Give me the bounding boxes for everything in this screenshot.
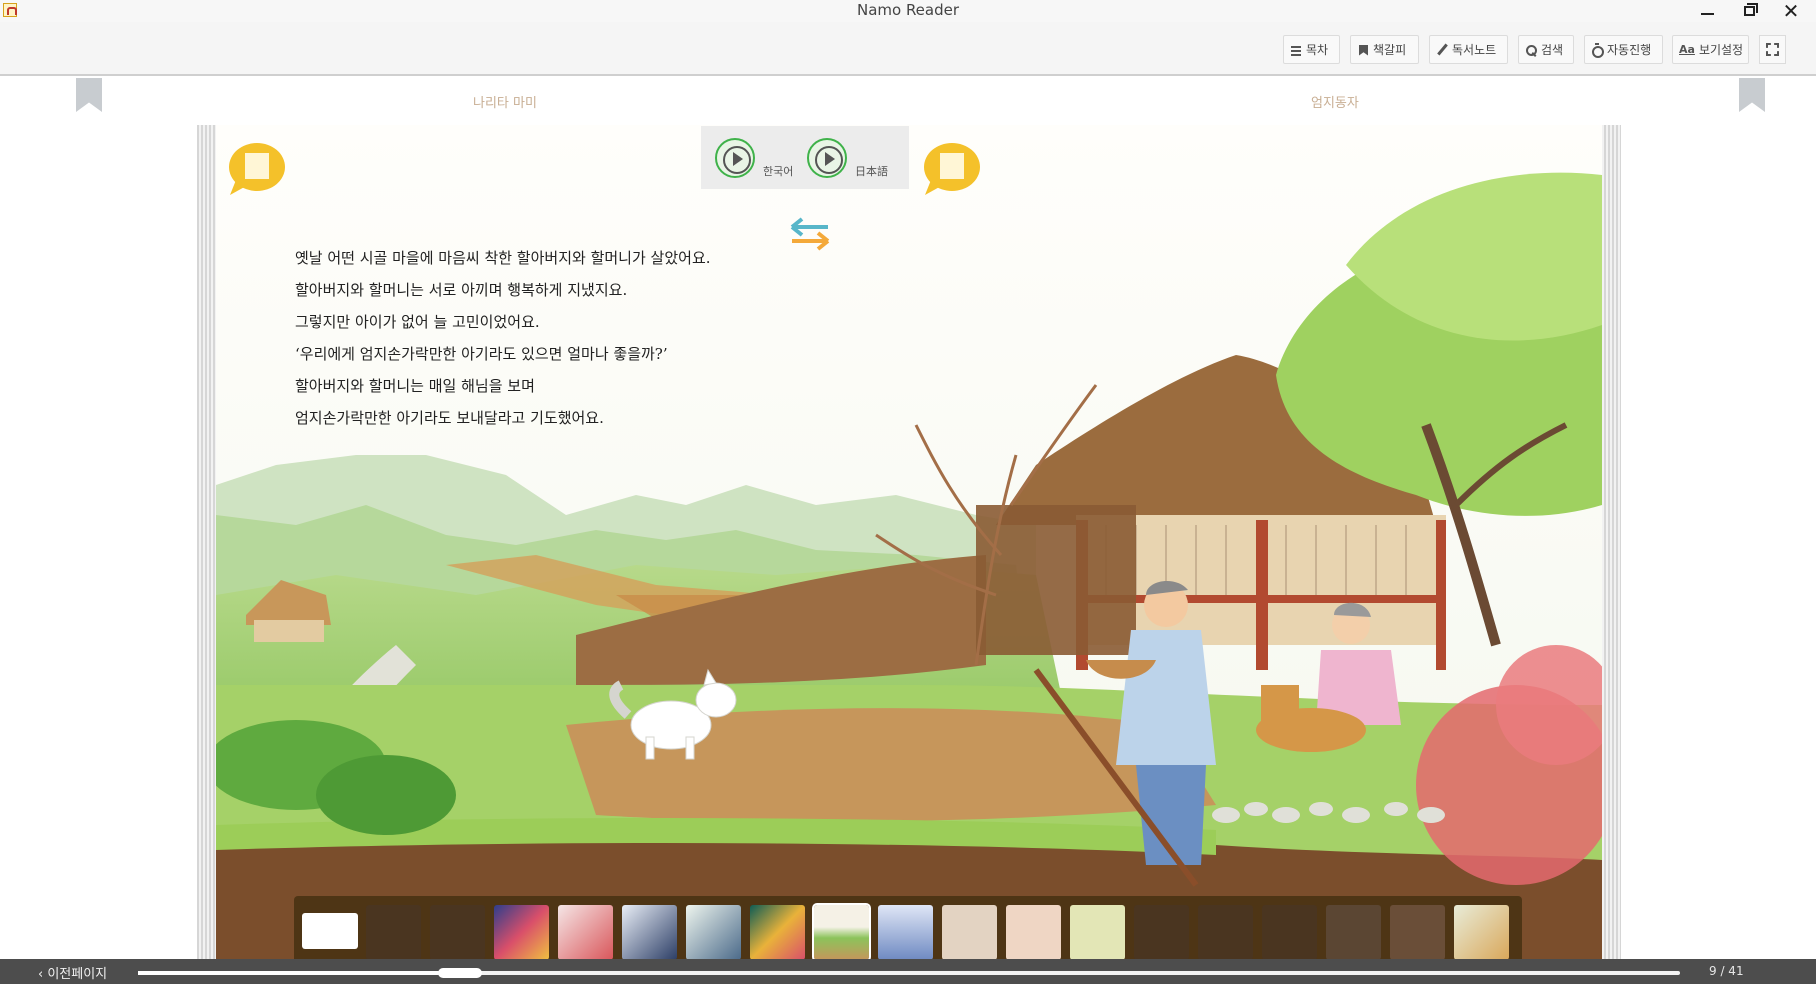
close-button[interactable]: ✕ [1771,0,1811,23]
page-counter: 9 / 41 [1709,964,1744,978]
play-japanese-audio-button[interactable] [807,138,847,178]
play-korean-audio-button[interactable] [715,138,755,178]
right-page-edges [1602,125,1621,960]
book-spread: 옛날 어떤 시골 마을에 마음씨 착한 할아버지와 할머니가 살았어요. 할아버… [197,125,1621,960]
list-icon [1290,44,1302,56]
korean-audio-label: 한국어 [763,165,794,178]
story-line: 옛날 어떤 시골 마을에 마음씨 착한 할아버지와 할머니가 살았어요. [295,249,711,267]
story-line: ‘우리에게 엄지손가락만한 아기라도 있으면 얼마나 좋을까?’ [295,345,668,363]
previous-page-label: 이전페이지 [47,967,108,982]
search-label: 검색 [1541,43,1564,57]
story-line: 할아버지와 할머니는 매일 해님을 보며 [295,377,535,395]
previous-page-button[interactable]: ‹ 이전페이지 [38,963,107,982]
window-title: Namo Reader [856,1,960,19]
story-line: 그렇지만 아이가 없어 늘 고민이었어요. [295,313,540,331]
view-settings-button[interactable]: Aa 보기설정 [1672,35,1749,64]
restore-button[interactable] [1729,0,1769,22]
japanese-audio-label: 日本語 [855,165,888,178]
view-settings-label: 보기설정 [1698,43,1744,57]
thumbnail[interactable] [558,905,613,960]
thumbnail[interactable] [1390,905,1445,960]
left-page-header: 나리타 마미 [473,96,537,111]
minimize-icon [1700,13,1714,15]
thumbnail[interactable] [1262,905,1317,960]
search-icon [1525,44,1537,56]
search-button[interactable]: 검색 [1518,35,1574,64]
thumbnail[interactable] [302,913,358,949]
timer-icon [1591,42,1604,58]
book-page[interactable]: 옛날 어떤 시골 마을에 마음씨 착한 할아버지와 할머니가 살았어요. 할아버… [216,125,1602,960]
thumbnail[interactable] [686,905,741,960]
toc-button[interactable]: 목차 [1283,35,1340,64]
toolbar: 목차 책갈피 독서노트 검색 자동진행 Aa 보기설정 [0,22,1816,76]
audio-controls: 한국어 日本語 [701,126,909,189]
thumbnail[interactable] [494,905,549,960]
restore-icon [1743,3,1758,16]
bookmark-button[interactable]: 책갈피 [1350,35,1419,64]
reading-note-label: 독서노트 [1452,43,1497,57]
thumbnail-current[interactable] [812,903,871,962]
font-icon: Aa [1679,42,1695,56]
thumbnail[interactable] [1326,905,1381,960]
bookmark-icon [1357,44,1369,56]
reading-note-button[interactable]: 독서노트 [1429,35,1508,64]
fullscreen-button[interactable] [1759,35,1786,64]
left-page-edges [197,125,216,960]
thumbnail[interactable] [878,905,933,960]
thumbnail[interactable] [942,905,997,960]
page-progress-slider[interactable] [138,968,1680,978]
left-bookmark-ribbon-icon[interactable] [76,78,102,112]
thumbnail-strip [294,896,1522,966]
thumbnail[interactable] [1006,905,1061,960]
pencil-icon [1436,44,1448,56]
thumbnail[interactable] [622,905,677,960]
thumbnail[interactable] [1198,905,1253,960]
toc-label: 목차 [1306,43,1329,57]
right-page-header: 엄지동자 [1311,96,1359,111]
autoplay-button[interactable]: 자동진행 [1584,35,1663,64]
thumbnail[interactable] [1454,905,1509,960]
right-bookmark-ribbon-icon[interactable] [1739,78,1765,112]
thumbnail[interactable] [1134,905,1189,960]
minimize-button[interactable] [1687,0,1727,22]
thumbnail[interactable] [750,905,805,960]
fullscreen-icon [1766,43,1779,56]
title-bar: Namo Reader ✕ [0,0,1816,23]
autoplay-label: 자동진행 [1607,43,1652,57]
bottom-navigation-bar: ‹ 이전페이지 9 / 41 [0,959,1816,984]
bookmark-label: 책갈피 [1373,43,1407,57]
thumbnail[interactable] [1070,905,1125,960]
story-line: 엄지손가락만한 아기라도 보내달라고 기도했어요. [295,409,604,427]
story-text: 옛날 어떤 시골 마을에 마음씨 착한 할아버지와 할머니가 살았어요. 할아버… [295,242,711,434]
thumbnail[interactable] [366,905,421,960]
close-icon: ✕ [1782,0,1800,23]
thumbnail[interactable] [430,905,485,960]
story-line: 할아버지와 할머니는 서로 아끼며 행복하게 지냈지요. [295,281,628,299]
progress-fill [138,971,438,975]
progress-handle[interactable] [438,968,482,978]
